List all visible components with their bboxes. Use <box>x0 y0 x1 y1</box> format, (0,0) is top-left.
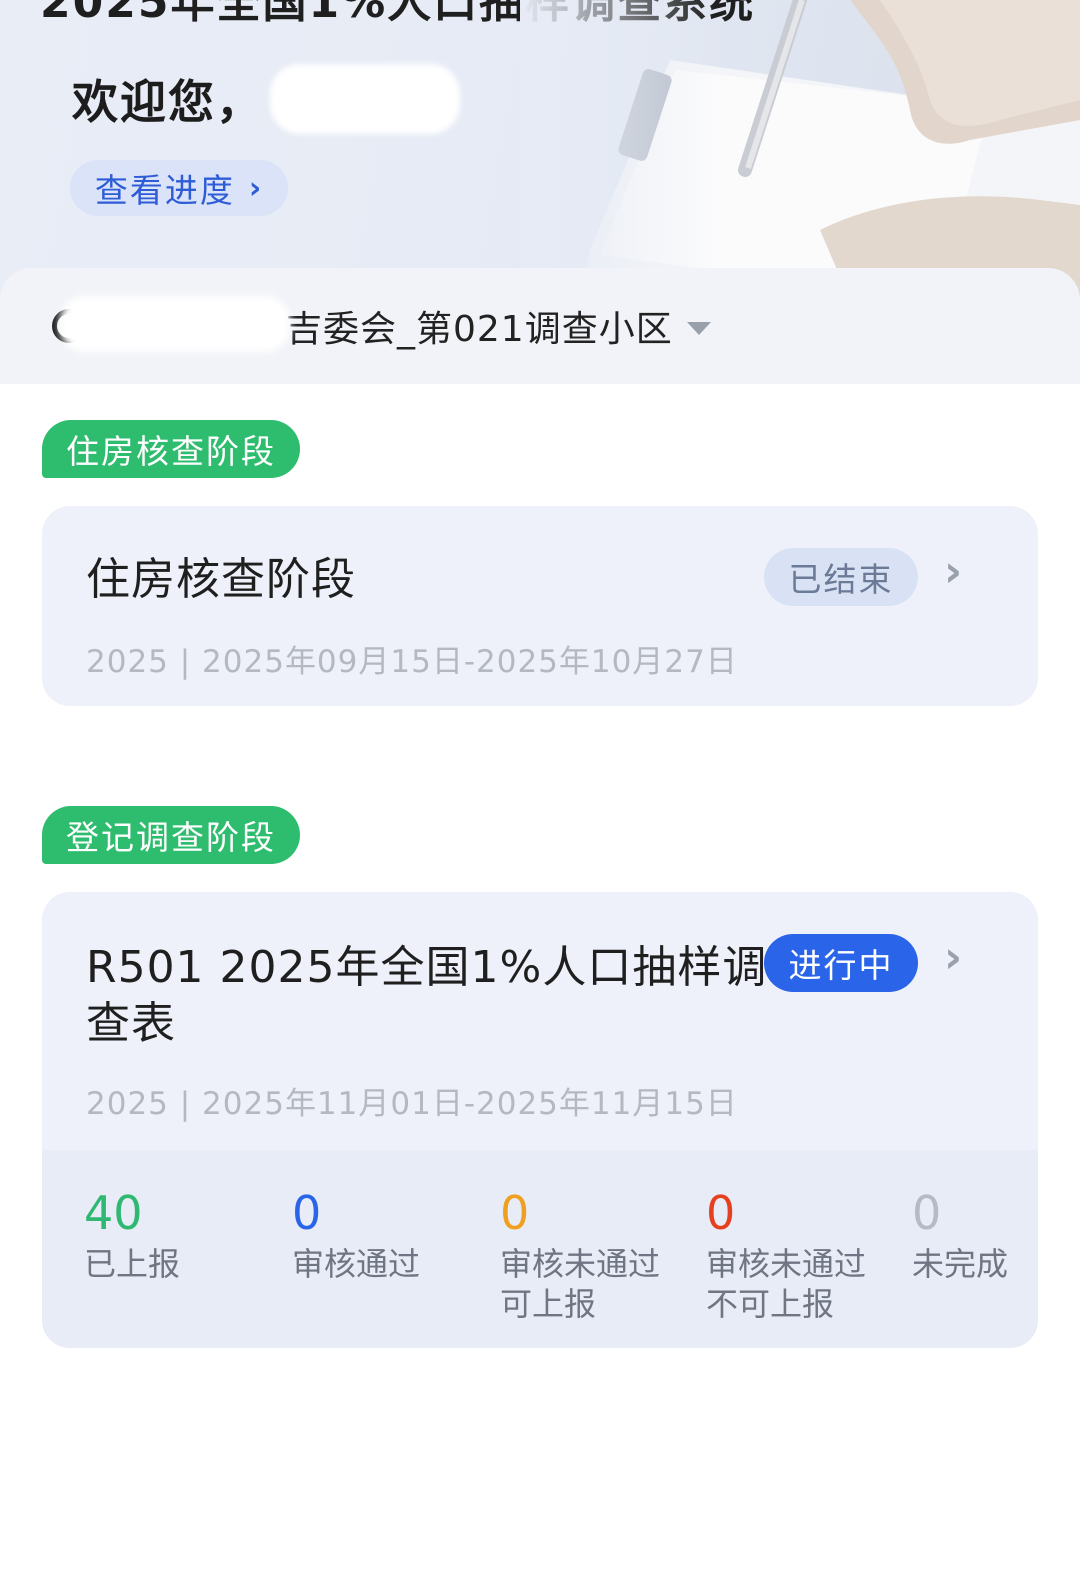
card-title-line2: 查表 <box>86 998 176 1049</box>
stat-label-line2: 不可上报 <box>706 1285 835 1323</box>
stage-tag-housing: 住房核查阶段 <box>42 420 300 478</box>
district-selector[interactable]: 吉委会_第021调查小区 <box>0 268 1080 384</box>
redacted-district-prefix <box>60 296 290 352</box>
card-title-line1: R501 2025年全国1%人口抽样调 <box>86 942 768 993</box>
stat-rejected-unreportable[interactable]: 0 审核未通过 不可上报 <box>706 1186 866 1324</box>
stage-tag-registration: 登记调查阶段 <box>42 806 300 864</box>
view-progress-button[interactable]: 查看进度 › <box>70 160 288 216</box>
stat-value: 0 <box>500 1186 530 1240</box>
district-name: 吉委会_第021调查小区 <box>286 309 673 350</box>
status-badge: 已结束 <box>764 548 918 606</box>
stat-value: 0 <box>912 1186 942 1240</box>
card-date: 2025 | 2025年09月15日-2025年10月27日 <box>86 644 738 680</box>
stat-incomplete[interactable]: 0 未完成 <box>912 1186 1008 1284</box>
stats-panel: 40 已上报 0 审核通过 0 审核未通过 可上报 0 审核未通过 不可上报 0… <box>42 1150 1038 1348</box>
stat-label: 审核通过 <box>292 1245 421 1283</box>
card-title: 住房核查阶段 <box>86 554 356 605</box>
card-date: 2025 | 2025年11月01日-2025年11月15日 <box>86 1086 738 1122</box>
header-banner: 2025年全国1%人口抽样调查系统 欢迎您， 查看进度 › <box>0 0 1080 300</box>
status-badge: 进行中 <box>764 934 918 992</box>
card-title: R501 2025年全国1%人口抽样调 查表 <box>86 940 767 1052</box>
view-progress-label: 查看进度 <box>94 171 235 210</box>
stat-label: 未完成 <box>912 1245 1009 1283</box>
greeting-text: 欢迎您， <box>72 75 264 129</box>
stage-card-housing[interactable]: 住房核查阶段 已结束 › 2025 | 2025年09月15日-2025年10月… <box>42 506 1038 706</box>
stat-value: 40 <box>84 1186 143 1240</box>
stat-label-line2: 可上报 <box>500 1285 597 1323</box>
dropdown-caret-icon <box>686 321 711 335</box>
stat-reported[interactable]: 40 已上报 <box>84 1186 180 1284</box>
redacted-username <box>270 64 460 134</box>
chevron-right-icon: › <box>944 932 963 983</box>
chevron-right-icon: › <box>248 170 264 206</box>
chevron-right-icon: › <box>944 546 963 597</box>
stat-label: 审核未通过 <box>706 1245 867 1283</box>
greeting: 欢迎您， <box>72 64 460 134</box>
stat-label: 审核未通过 <box>500 1245 661 1283</box>
stat-label: 已上报 <box>84 1245 181 1283</box>
stage-card-registration[interactable]: R501 2025年全国1%人口抽样调 查表 进行中 › 2025 | 2025… <box>42 892 1038 1348</box>
stat-rejected-reportable[interactable]: 0 审核未通过 可上报 <box>500 1186 660 1324</box>
writing-hand-illustration <box>520 0 1080 300</box>
stat-approved[interactable]: 0 审核通过 <box>292 1186 420 1284</box>
stat-value: 0 <box>706 1186 736 1240</box>
stat-value: 0 <box>292 1186 322 1240</box>
